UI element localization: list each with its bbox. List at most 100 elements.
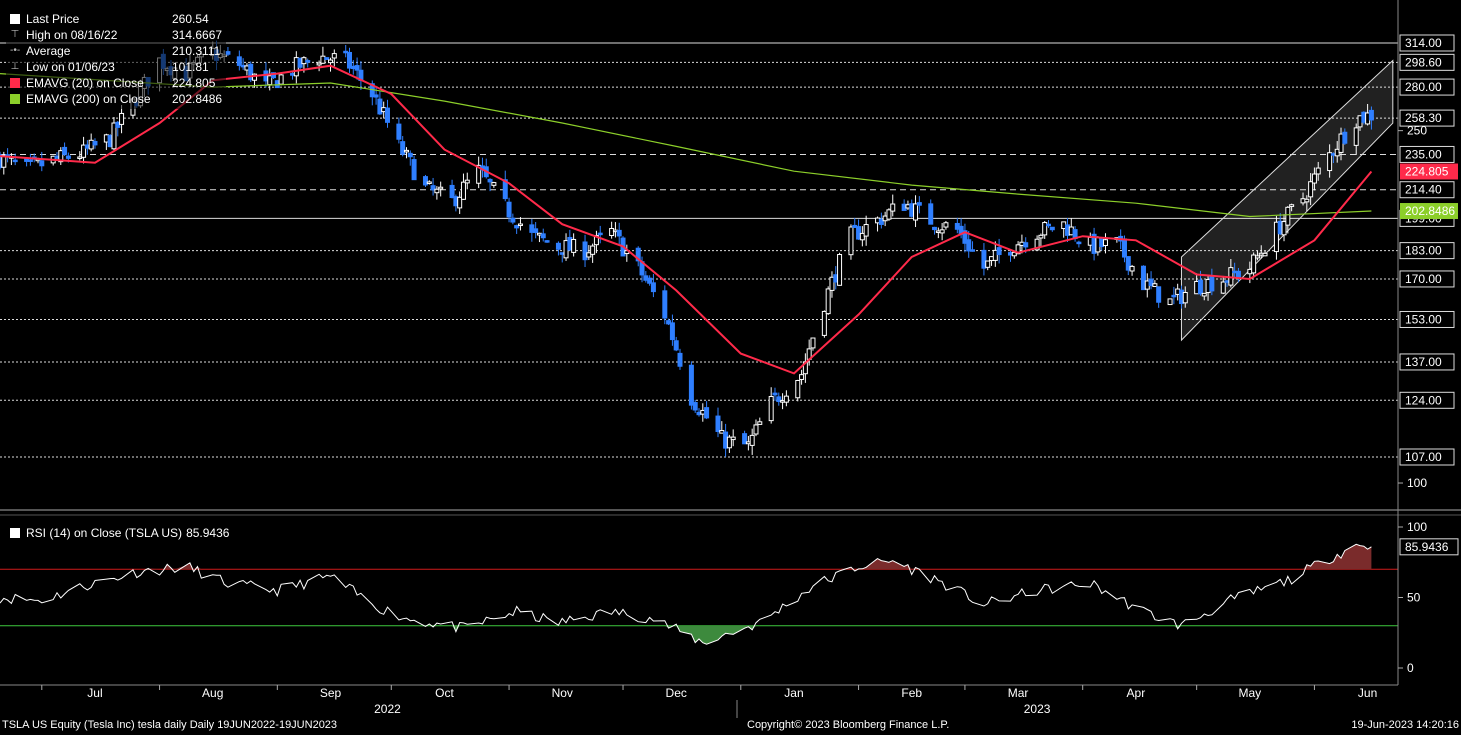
x-tick-label: Aug (202, 686, 223, 700)
candle-down (597, 232, 603, 236)
level-label: 170.00 (1405, 272, 1442, 286)
candle-down (1121, 238, 1127, 258)
candle-down (92, 140, 98, 146)
rsi-legend-label: RSI (14) on Close (TSLA US) (26, 526, 183, 540)
level-label: 214.40 (1405, 183, 1442, 197)
candle-down (510, 217, 516, 223)
value-tag-label: 224.805 (1405, 165, 1449, 179)
legend-average: -•- Average 210.3111 (10, 43, 222, 59)
candle-down (39, 160, 45, 167)
x-tick-label: May (1239, 686, 1262, 700)
candle-down (966, 239, 972, 252)
level-label: 183.00 (1405, 244, 1442, 258)
rsi-y-tick-label: 0 (1407, 661, 1414, 675)
x-tick-label: Feb (901, 686, 922, 700)
legend-label: EMAVG (200) on Close (26, 92, 151, 106)
candle-down (688, 364, 694, 406)
candle-down (225, 51, 231, 55)
legend-label: Low on 01/06/23 (26, 60, 115, 74)
level-label: 153.00 (1405, 312, 1442, 326)
legend-swatch (10, 94, 20, 104)
candle-up (1182, 292, 1188, 304)
legend-high: ⊤ High on 08/16/22 314.6667 (10, 27, 222, 43)
x-tick-label: Jan (784, 686, 803, 700)
candle-up (1038, 234, 1044, 239)
candle-up (810, 337, 816, 349)
price-chart: 314.00298.60280.00258.30235.00214.40199.… (0, 0, 1461, 718)
candle-up (464, 179, 470, 184)
candle-up (939, 229, 945, 234)
candle-up (1285, 206, 1291, 226)
y-tick-label: 250 (1407, 124, 1427, 138)
candle-up (1167, 298, 1173, 306)
candle-down (1156, 286, 1162, 303)
legend-value: 210.3111 (172, 44, 221, 58)
candle-up (1353, 127, 1359, 146)
legend-value: 101.81 (172, 60, 209, 74)
candle-up (1201, 292, 1207, 297)
candle-down (704, 407, 710, 419)
x-tick-label: Nov (552, 686, 573, 700)
candle-up (783, 395, 789, 403)
candle-up (749, 434, 755, 446)
candle-down (449, 184, 455, 199)
ema20-line (0, 64, 1373, 375)
candle-up (1289, 204, 1295, 207)
value-tag-label: 202.8486 (1405, 204, 1455, 218)
candle-down (669, 322, 675, 341)
candle-down (662, 290, 668, 319)
candle-down (1046, 223, 1051, 227)
candle-down (1209, 276, 1215, 292)
level-label: 280.00 (1405, 80, 1442, 94)
candle-down (544, 240, 550, 243)
rsi-legend-value: 85.9436 (186, 526, 230, 540)
candle-up (328, 59, 334, 64)
candle-up (1262, 252, 1268, 257)
rsi-oversold-fill (0, 625, 1372, 645)
candle-up (331, 53, 337, 59)
candle-down (928, 203, 934, 225)
x-tick-label: Mar (1008, 686, 1029, 700)
x-tick-label: Dec (666, 686, 687, 700)
rsi-y-tick-label: 100 (1407, 520, 1427, 534)
candle-down (540, 233, 546, 239)
candle-down (65, 155, 71, 159)
level-label: 124.00 (1405, 393, 1442, 407)
candle-up (1129, 265, 1135, 272)
candle-up (768, 395, 774, 422)
candle-down (487, 178, 493, 183)
candle-up (1315, 167, 1321, 175)
x-tick-label: Jul (87, 686, 102, 700)
candle-up (590, 245, 596, 255)
legend-label: Average (26, 44, 71, 58)
candle-down (650, 282, 656, 293)
candle-down (1342, 131, 1348, 144)
x-tick-label: Jun (1358, 686, 1377, 700)
candle-down (396, 123, 402, 140)
candle-down (1171, 294, 1177, 298)
candle-up (571, 238, 577, 253)
candle-up (913, 203, 919, 221)
candle-up (1220, 281, 1226, 294)
candle-up (730, 436, 736, 441)
candle-down (616, 229, 622, 237)
x-tick-label: Sep (320, 686, 342, 700)
candle-up (1102, 239, 1108, 246)
candle-down (1023, 242, 1029, 248)
candle-up (1254, 255, 1260, 259)
candle-down (772, 392, 778, 396)
legend-value: 260.54 (172, 12, 209, 26)
candle-up (460, 181, 466, 200)
candle-down (715, 415, 721, 433)
candle-up (848, 226, 854, 256)
level-label: 107.00 (1405, 450, 1442, 464)
level-label: 298.60 (1405, 55, 1442, 69)
candle-up (943, 222, 949, 228)
candle-down (1235, 270, 1241, 278)
legend-swatch (10, 14, 20, 24)
candle-up (1304, 198, 1310, 203)
candle-down (411, 159, 417, 181)
legend-swatch (10, 528, 20, 538)
candle-down (996, 247, 1002, 256)
footer-copyright: Copyright© 2023 Bloomberg Finance L.P. (747, 719, 950, 731)
